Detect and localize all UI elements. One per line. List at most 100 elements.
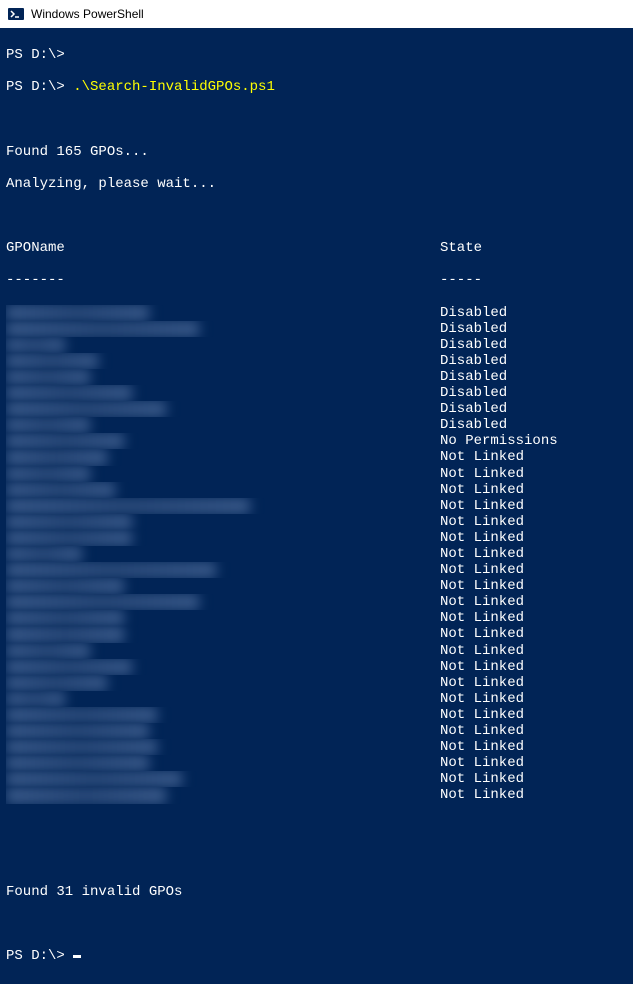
gpo-state-cell: Not Linked	[440, 578, 524, 594]
divider-name: -------	[6, 272, 440, 288]
gpo-state-cell: Disabled	[440, 337, 507, 353]
gpo-state-cell: Disabled	[440, 401, 507, 417]
gpo-name-cell: xxxxxxxxxxxx	[6, 449, 440, 465]
table-row: xxxxx xxx xxxxNot Linked	[6, 578, 627, 594]
table-row: x xxxx xxxxx Not Linked	[6, 675, 627, 691]
table-row: xxx xxxx xxxxxx Not Linked	[6, 530, 627, 546]
redacted-text: xxxxxxxxxx xxxx xxxxxxx	[6, 321, 199, 337]
table-row: xxxxxxxxx xxxxNo Permissions	[6, 433, 627, 449]
redacted-text: x xxxxx	[6, 691, 65, 707]
output-line: Found 165 GPOs...	[6, 144, 627, 160]
gpo-name-cell: xxx xxxxx xxxx	[6, 610, 440, 626]
prompt-text: PS D:\>	[6, 79, 65, 95]
gpo-name-cell: xxxxx xxx xxxx	[6, 578, 440, 594]
table-row: xxxxx xxx xxxxxxxxx Disabled	[6, 401, 627, 417]
gpo-state-cell: Not Linked	[440, 594, 524, 610]
table-row: xxx xxxxx xxxxxxx xxx Not Linked	[6, 771, 627, 787]
gpo-name-cell: xxx xxxx xxxxxxxxx xxxx	[6, 594, 440, 610]
divider-state: -----	[440, 272, 482, 288]
blank-line	[6, 852, 627, 868]
gpo-name-cell: xx xxxxx xxxxx xxxxx xxxx	[6, 562, 440, 578]
header-state: State	[440, 240, 482, 256]
redacted-text: xxx xxxx xxxxxxxxx xxxx	[6, 594, 199, 610]
redacted-text: xxxxxxxxx xxxx	[6, 433, 124, 449]
gpo-state-cell: Not Linked	[440, 691, 524, 707]
redacted-text: xx xxxxx xxxxx xxxx	[6, 787, 166, 803]
blank-line	[6, 820, 627, 836]
blank-line	[6, 916, 627, 932]
gpo-name-cell: xxxxx xxx xxxxxxxxx	[6, 401, 440, 417]
redacted-text: xxxxx xxx xxxxxxxxx	[6, 401, 166, 417]
gpo-state-cell: Not Linked	[440, 755, 524, 771]
table-row: xx xxx xxxxxxNot Linked	[6, 482, 627, 498]
redacted-text: xxxx xxxxx	[6, 369, 90, 385]
window-titlebar[interactable]: Windows PowerShell	[0, 0, 633, 28]
gpo-state-cell: Not Linked	[440, 659, 524, 675]
table-row: xxx xxxxxxxxx xxxx xxx xxxxxx Not Linked	[6, 498, 627, 514]
table-row: xxxx xxxxxxxxx xxxNot Linked	[6, 707, 627, 723]
gpo-state-cell: Not Linked	[440, 498, 524, 514]
gpo-name-cell: x xxxx xxxxx	[6, 675, 440, 691]
table-row: xxxx xxxxxDisabled	[6, 417, 627, 433]
table-row: xxx xxxx xxxxxxxxx xxxx Not Linked	[6, 594, 627, 610]
redacted-text: xxxx xxxxxxxxx xxx	[6, 707, 157, 723]
redacted-text: xxx xxxxx xxxxxxx xxx	[6, 771, 182, 787]
terminal-area[interactable]: PS D:\> PS D:\> .\Search-InvalidGPOs.ps1…	[0, 28, 633, 984]
redacted-text: xxx xxxxxxxxx xxxx xxx xxxxxx	[6, 498, 250, 514]
table-row: xx xxxx xxxxxxNot Linked	[6, 626, 627, 642]
table-row: xxx xxxxx xxxxxNot Linked	[6, 514, 627, 530]
command-line: PS D:\> .\Search-InvalidGPOs.ps1	[6, 79, 627, 95]
header-name: GPOName	[6, 240, 440, 256]
table-header-row: GPONameState	[6, 240, 627, 256]
table-row: xxxx xxxxxDisabled	[6, 369, 627, 385]
redacted-text: xxxxx xxxxxxx xxx	[6, 723, 149, 739]
gpo-name-cell: xxx xxxxx	[6, 546, 440, 562]
gpo-name-cell: xxxxxxxxx xxxxx	[6, 385, 440, 401]
redacted-text: xx xxx xxxxxx	[6, 482, 115, 498]
redacted-text: xxx xxxxxxx	[6, 353, 98, 369]
gpo-state-cell: Not Linked	[440, 787, 524, 803]
table-row: xx xxx xxx Not Linked	[6, 643, 627, 659]
table-row: xxxxxx xxxxx xxxxDisabled	[6, 305, 627, 321]
cursor	[73, 955, 81, 958]
gpo-name-cell: xxxx xxxxxxxxx xxx	[6, 707, 440, 723]
table-row: xx xxxxx xxxxx xxxx Not Linked	[6, 787, 627, 803]
redacted-text: xxx xxxxx	[6, 546, 82, 562]
table-row: xxxxxxxxx xxxxxDisabled	[6, 385, 627, 401]
redacted-text: xx xxx xxx	[6, 643, 90, 659]
gpo-name-cell: xxx xxxx xxxxxx	[6, 530, 440, 546]
gpo-name-cell: xx xxxx xxxxxx	[6, 626, 440, 642]
redacted-text: xxx xxxx xxxxxx	[6, 530, 132, 546]
gpo-state-cell: Not Linked	[440, 723, 524, 739]
gpo-name-cell: xx xxxxxxx	[6, 466, 440, 482]
gpo-state-cell: Not Linked	[440, 449, 524, 465]
table-row: xxxxxxxxxxxxNot Linked	[6, 449, 627, 465]
summary-line: Found 31 invalid GPOs	[6, 884, 627, 900]
gpo-state-cell: Not Linked	[440, 530, 524, 546]
gpo-state-cell: Disabled	[440, 353, 507, 369]
table-row: xxxxxxxxxx xxxx xxxxxxx Disabled	[6, 321, 627, 337]
powershell-icon	[8, 6, 24, 22]
prompt-line: PS D:\>	[6, 948, 627, 964]
redacted-text: xxxx xxxxx	[6, 417, 90, 433]
gpo-state-cell: Not Linked	[440, 626, 524, 642]
gpo-name-cell: xxx xxxxx xxxxxxx xxx	[6, 771, 440, 787]
table-row: x xxxxx Not Linked	[6, 691, 627, 707]
gpo-state-cell: Not Linked	[440, 466, 524, 482]
gpo-state-cell: Not Linked	[440, 643, 524, 659]
gpo-state-cell: Not Linked	[440, 610, 524, 626]
gpo-state-cell: Disabled	[440, 305, 507, 321]
gpo-state-cell: Not Linked	[440, 675, 524, 691]
redacted-text: xxx xxxxx xxxx	[6, 610, 124, 626]
gpo-name-cell: xxx xxxx xxxxxx xx	[6, 739, 440, 755]
gpo-name-cell: xx xxx xxx	[6, 643, 440, 659]
gpo-name-cell: xxx xxxxx xxxxx	[6, 514, 440, 530]
redacted-text: x xxxx xxxxx	[6, 675, 107, 691]
gpo-name-cell: xxx xxxxxxx	[6, 353, 440, 369]
gpo-state-cell: Disabled	[440, 321, 507, 337]
gpo-name-cell: xx xxxx	[6, 337, 440, 353]
blank-line	[6, 208, 627, 224]
window-title: Windows PowerShell	[31, 7, 144, 21]
table-row: xx xxxxDisabled	[6, 337, 627, 353]
gpo-state-cell: Not Linked	[440, 771, 524, 787]
